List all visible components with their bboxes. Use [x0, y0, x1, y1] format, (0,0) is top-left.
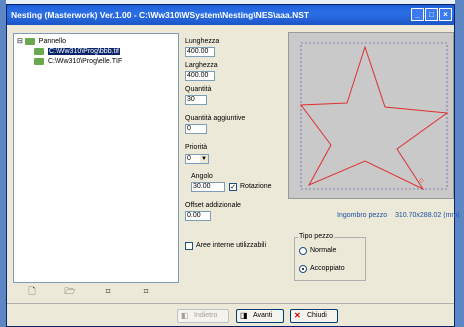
lunghezza-input[interactable]: 400.00 — [185, 47, 215, 57]
offset-input[interactable]: 0.00 — [185, 211, 211, 221]
bottom-bar — [7, 303, 454, 327]
forward-icon: ◨ — [240, 311, 248, 320]
priorita-select[interactable]: 0 ▼ — [185, 154, 209, 164]
tree-root[interactable]: ⊟ Pannello — [17, 37, 66, 46]
rotazione-label: Rotazione — [240, 183, 272, 190]
preview-canvas: ◇ — [300, 42, 449, 191]
new-icon[interactable]: 🗋 — [13, 284, 51, 298]
star-shape — [300, 45, 449, 191]
lunghezza-label: Lunghezza — [185, 38, 220, 45]
normale-label: Normale — [310, 247, 337, 254]
tipo-pezzo-group — [294, 237, 366, 281]
offset-label: Offset addizionale — [185, 202, 241, 209]
quantita-label: Quantità — [185, 86, 212, 93]
tree-root-label: Pannello — [38, 38, 67, 45]
quantita-input[interactable]: 30 — [185, 95, 207, 105]
aree-interne-checkbox[interactable] — [185, 242, 193, 250]
ingombro-value: 310.70x288.02 (mm) — [395, 212, 460, 219]
maximize-button[interactable]: □ — [425, 8, 438, 21]
ingombro-label: Ingombro pezzo — [337, 212, 388, 219]
aree-interne-label: Aree interne utilizzabili — [196, 242, 267, 249]
close-window-button[interactable]: × — [439, 8, 452, 21]
rotazione-checkbox[interactable]: ✓ — [229, 183, 237, 191]
desktop-background-right — [455, 0, 464, 327]
tree-item[interactable]: C:\Ww310\Prog\elle.TIF — [34, 57, 122, 66]
priorita-value: 0 — [187, 155, 191, 162]
folder-icon — [24, 37, 35, 45]
back-icon: ◧ — [181, 311, 189, 320]
chiudi-button[interactable]: ✕ Chiudi — [290, 309, 338, 323]
bounding-box — [300, 42, 448, 190]
file-icon — [34, 57, 44, 65]
indietro-button[interactable]: ◧ Indietro — [177, 309, 229, 323]
title-bar[interactable]: Nesting (Masterwork) Ver.1.00 - C:\Ww310… — [7, 5, 454, 25]
tree-item[interactable]: C:\Ww310\Prog\bbb.tif — [34, 47, 120, 56]
radio-accoppiato[interactable] — [299, 265, 307, 273]
avanti-label: Avanti — [253, 312, 273, 319]
quantita-aggiuntive-label: Quantità aggiuntive — [185, 115, 246, 122]
chevron-down-icon[interactable]: ▼ — [200, 155, 208, 163]
open-icon[interactable]: 🗁 — [51, 284, 89, 298]
tree-item-label: C:\Ww310\Prog\elle.TIF — [47, 58, 123, 65]
shape-preview: ◇ — [288, 32, 454, 199]
panel-tree[interactable]: ⊟ Pannello C:\Ww310\Prog\bbb.tif C:\Ww31… — [13, 33, 179, 283]
angolo-label: Angolo — [191, 173, 213, 180]
larghezza-label: Larghezza — [185, 62, 218, 69]
tool-icon-1[interactable]: ⌗ — [89, 284, 127, 298]
file-icon — [34, 47, 44, 55]
start-marker-icon: ◇ — [419, 178, 424, 184]
accoppiato-label: Accoppiato — [310, 265, 345, 272]
avanti-button[interactable]: ◨ Avanti — [236, 309, 284, 323]
angolo-input[interactable]: 30.00 — [191, 182, 225, 192]
close-icon: ✕ — [294, 311, 301, 320]
collapse-icon[interactable]: ⊟ — [17, 38, 23, 45]
window-controls: _ □ × — [411, 8, 452, 21]
tree-item-label: C:\Ww310\Prog\bbb.tif — [47, 48, 120, 55]
radio-normale[interactable] — [299, 247, 307, 255]
tree-toolbar: 🗋 🗁 ⌗ ⌗ — [13, 284, 179, 298]
nesting-window: Nesting (Masterwork) Ver.1.00 - C:\Ww310… — [6, 4, 460, 327]
tipo-pezzo-title: Tipo pezzo — [298, 233, 334, 240]
indietro-label: Indietro — [194, 312, 218, 319]
minimize-button[interactable]: _ — [411, 8, 424, 21]
quantita-aggiuntive-input[interactable]: 0 — [185, 124, 207, 134]
tool-icon-2[interactable]: ⌗ — [127, 284, 165, 298]
larghezza-input[interactable]: 400.00 — [185, 71, 215, 81]
chiudi-label: Chiudi — [307, 312, 327, 319]
window-title: Nesting (Masterwork) Ver.1.00 - C:\Ww310… — [11, 10, 310, 20]
priorita-label: Priorità — [185, 144, 208, 151]
